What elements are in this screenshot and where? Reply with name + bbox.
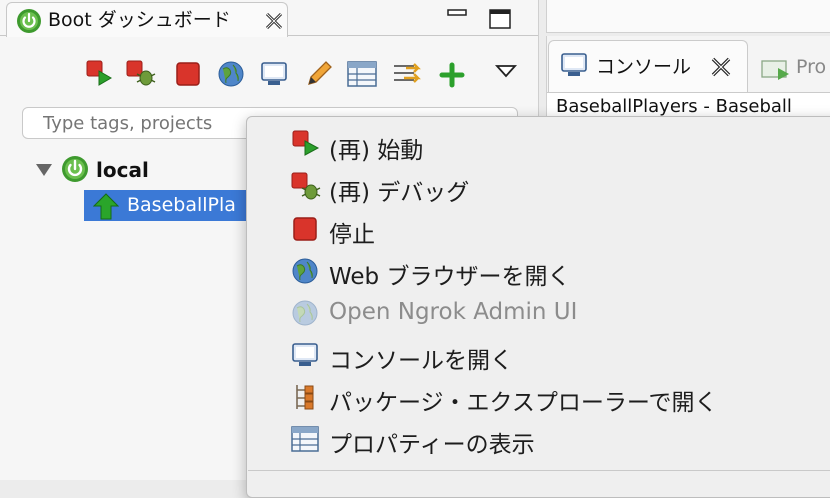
console-icon — [561, 53, 587, 76]
table-icon[interactable] — [346, 60, 378, 88]
console-icon[interactable] — [259, 60, 289, 88]
menu-item-debug[interactable]: (再) デバッグ — [329, 173, 469, 207]
editor-area — [546, 0, 830, 33]
stop-icon — [293, 217, 317, 241]
tree-expand-chevron-icon[interactable] — [34, 160, 54, 180]
console-icon — [292, 343, 318, 366]
debug-icon — [291, 172, 321, 200]
restart-icon[interactable] — [84, 58, 114, 88]
globe-icon — [292, 300, 318, 326]
progress-view-icon — [761, 60, 789, 80]
globe-icon — [292, 258, 318, 284]
menu-item-show-properties[interactable]: プロパティーの表示 — [329, 425, 535, 459]
tree-item-app-label: BaseballPla — [127, 194, 236, 216]
edit-pencil-icon[interactable] — [303, 58, 333, 88]
spring-power-icon — [62, 156, 88, 182]
menu-item-open-in-package-explorer[interactable]: パッケージ・エクスプローラーで開く — [329, 383, 717, 417]
running-up-arrow-icon — [93, 193, 119, 220]
filter-arrows-icon[interactable] — [390, 58, 424, 88]
menu-separator — [248, 470, 830, 471]
tab-progress[interactable]: Pro — [796, 56, 826, 78]
stop-icon[interactable] — [175, 61, 201, 87]
menu-item-open-ngrok-admin-ui: Open Ngrok Admin UI — [329, 299, 578, 325]
maximize-icon[interactable] — [488, 8, 512, 30]
menu-item-stop[interactable]: 停止 — [329, 215, 375, 249]
close-icon[interactable] — [264, 11, 284, 31]
console-header-text: BaseballPlayers - Baseball — [556, 96, 792, 117]
globe-icon[interactable] — [217, 60, 245, 88]
spring-power-icon — [17, 9, 41, 33]
package-explorer-icon — [296, 385, 314, 410]
tree-item-local[interactable]: local — [96, 158, 149, 182]
add-icon[interactable] — [439, 62, 465, 88]
boot-dashboard-tab-label: Boot ダッシュボード — [48, 9, 231, 31]
properties-table-icon — [291, 426, 319, 452]
view-menu-icon[interactable] — [494, 62, 518, 82]
minimize-icon[interactable] — [446, 8, 468, 28]
menu-item-open-web-browser[interactable]: Web ブラウザーを開く — [329, 257, 570, 291]
debug-icon[interactable] — [124, 58, 158, 88]
console-tab-label: コンソール — [596, 56, 692, 78]
menu-item-restart[interactable]: (再) 始動 — [329, 131, 423, 165]
close-icon[interactable] — [710, 56, 732, 78]
restart-icon — [292, 130, 320, 156]
menu-item-open-console[interactable]: コンソールを開く — [329, 341, 513, 375]
